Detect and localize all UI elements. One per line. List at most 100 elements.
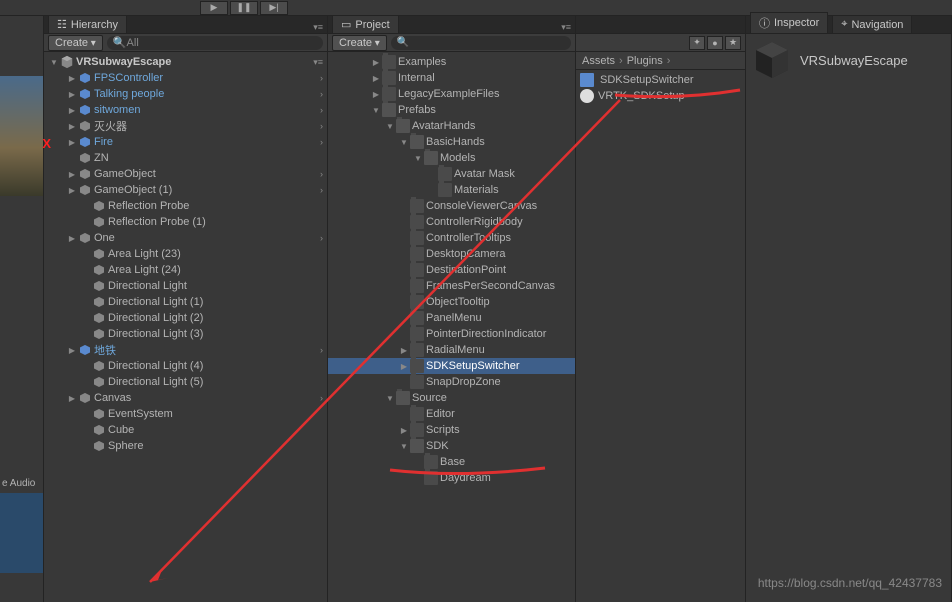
project-item[interactable]: ▼BasicHands bbox=[328, 134, 575, 150]
scene-menu-icon[interactable]: ▾≡ bbox=[313, 57, 323, 68]
hierarchy-item[interactable]: ▶GameObject› bbox=[44, 166, 327, 182]
panel-menu-icon[interactable]: ▾≡ bbox=[557, 22, 575, 33]
asset-item[interactable]: VRTK_SDKSetup bbox=[576, 88, 745, 104]
hierarchy-item[interactable]: ▶Talking people› bbox=[44, 86, 327, 102]
hierarchy-item[interactable]: Sphere bbox=[44, 438, 327, 454]
project-item[interactable]: Daydream bbox=[328, 470, 575, 486]
hierarchy-item[interactable]: Directional Light bbox=[44, 278, 327, 294]
expand-icon[interactable]: ▶ bbox=[370, 58, 382, 67]
scene-preview[interactable]: X bbox=[0, 76, 43, 196]
scene-root[interactable]: ▼ VRSubwayEscape ▾≡ bbox=[44, 54, 327, 70]
expand-icon[interactable]: ▼ bbox=[370, 106, 382, 115]
expand-icon[interactable]: ▶ bbox=[66, 346, 78, 355]
panel-menu-icon[interactable]: ▾≡ bbox=[309, 22, 327, 33]
expand-icon[interactable]: ▶ bbox=[398, 362, 410, 371]
project-item[interactable]: FramesPerSecondCanvas bbox=[328, 278, 575, 294]
step-button[interactable]: ▶| bbox=[260, 1, 288, 15]
expand-icon[interactable]: ▶ bbox=[398, 346, 410, 355]
chevron-icon[interactable]: › bbox=[320, 233, 323, 243]
expand-icon[interactable]: ▶ bbox=[66, 122, 78, 131]
expand-icon[interactable]: ▶ bbox=[66, 394, 78, 403]
project-item[interactable]: ▶Examples bbox=[328, 54, 575, 70]
project-item[interactable]: PointerDirectionIndicator bbox=[328, 326, 575, 342]
play-button[interactable]: ▶ bbox=[200, 1, 228, 15]
hierarchy-tree[interactable]: ▼ VRSubwayEscape ▾≡ ▶FPSController›▶Talk… bbox=[44, 52, 327, 602]
project-item[interactable]: ControllerRigidbody bbox=[328, 214, 575, 230]
audio-tab[interactable]: e Audio bbox=[0, 476, 43, 491]
project-item[interactable]: ConsoleViewerCanvas bbox=[328, 198, 575, 214]
expand-icon[interactable]: ▶ bbox=[66, 74, 78, 83]
hierarchy-item[interactable]: ▶GameObject (1)› bbox=[44, 182, 327, 198]
project-item[interactable]: SnapDropZone bbox=[328, 374, 575, 390]
project-tab[interactable]: ▭ Project bbox=[332, 15, 399, 33]
hierarchy-item[interactable]: ▶FPSController› bbox=[44, 70, 327, 86]
chevron-icon[interactable]: › bbox=[320, 89, 323, 99]
project-item[interactable]: ▶RadialMenu bbox=[328, 342, 575, 358]
hierarchy-item[interactable]: Cube bbox=[44, 422, 327, 438]
project-item[interactable]: Base bbox=[328, 454, 575, 470]
expand-icon[interactable]: ▶ bbox=[66, 234, 78, 243]
project-search[interactable]: 🔍 bbox=[391, 36, 571, 50]
chevron-icon[interactable]: › bbox=[320, 345, 323, 355]
project-item[interactable]: ▶Scripts bbox=[328, 422, 575, 438]
project-item[interactable]: ▶LegacyExampleFiles bbox=[328, 86, 575, 102]
hierarchy-item[interactable]: Reflection Probe (1) bbox=[44, 214, 327, 230]
hierarchy-search[interactable]: 🔍All bbox=[107, 36, 323, 50]
expand-icon[interactable]: ▼ bbox=[398, 442, 410, 451]
hierarchy-item[interactable]: ▶灭火器› bbox=[44, 118, 327, 134]
expand-icon[interactable]: ▶ bbox=[66, 106, 78, 115]
hierarchy-tab[interactable]: ☷ Hierarchy bbox=[48, 15, 127, 33]
assets-list[interactable]: SDKSetupSwitcher VRTK_SDKSetup bbox=[576, 70, 745, 602]
expand-icon[interactable]: ▼ bbox=[398, 138, 410, 147]
inspector-tab[interactable]: ⓘ Inspector bbox=[750, 12, 828, 33]
hierarchy-item[interactable]: Directional Light (5) bbox=[44, 374, 327, 390]
chevron-icon[interactable]: › bbox=[320, 137, 323, 147]
project-item[interactable]: ControllerTooltips bbox=[328, 230, 575, 246]
filter-button[interactable]: ● bbox=[707, 36, 723, 50]
favorite-button[interactable]: ★ bbox=[725, 36, 741, 50]
project-item[interactable]: ▶Internal bbox=[328, 70, 575, 86]
project-item[interactable]: ▼AvatarHands bbox=[328, 118, 575, 134]
expand-icon[interactable]: ▼ bbox=[384, 122, 396, 131]
hierarchy-item[interactable]: Directional Light (3) bbox=[44, 326, 327, 342]
chevron-icon[interactable]: › bbox=[320, 121, 323, 131]
create-button[interactable]: Create ▾ bbox=[48, 35, 103, 51]
hierarchy-item[interactable]: ▶sitwomen› bbox=[44, 102, 327, 118]
hierarchy-item[interactable]: ZN bbox=[44, 150, 327, 166]
audio-preview[interactable] bbox=[0, 493, 43, 573]
chevron-icon[interactable]: › bbox=[320, 105, 323, 115]
hierarchy-item[interactable]: Directional Light (2) bbox=[44, 310, 327, 326]
project-item[interactable]: ▼SDK bbox=[328, 438, 575, 454]
expand-icon[interactable]: ▶ bbox=[66, 170, 78, 179]
project-item[interactable]: ▶SDKSetupSwitcher bbox=[328, 358, 575, 374]
expand-icon[interactable]: ▶ bbox=[370, 90, 382, 99]
create-button[interactable]: Create ▾ bbox=[332, 35, 387, 51]
project-item[interactable]: PanelMenu bbox=[328, 310, 575, 326]
chevron-icon[interactable]: › bbox=[320, 393, 323, 403]
hierarchy-item[interactable]: ▶Canvas› bbox=[44, 390, 327, 406]
project-item[interactable]: ObjectTooltip bbox=[328, 294, 575, 310]
chevron-icon[interactable]: › bbox=[320, 73, 323, 83]
expand-icon[interactable]: ▶ bbox=[398, 426, 410, 435]
asset-item[interactable]: SDKSetupSwitcher bbox=[576, 72, 745, 88]
hierarchy-item[interactable]: Directional Light (1) bbox=[44, 294, 327, 310]
crumb[interactable]: Assets bbox=[580, 55, 617, 67]
crumb[interactable]: Plugins bbox=[625, 55, 665, 67]
hierarchy-item[interactable]: Area Light (24) bbox=[44, 262, 327, 278]
project-tree[interactable]: ▶Examples▶Internal▶LegacyExampleFiles▼Pr… bbox=[328, 52, 575, 602]
project-item[interactable]: ▼Prefabs bbox=[328, 102, 575, 118]
project-item[interactable]: DestinationPoint bbox=[328, 262, 575, 278]
expand-icon[interactable]: ▼ bbox=[48, 58, 60, 67]
expand-icon[interactable]: ▶ bbox=[370, 74, 382, 83]
project-item[interactable]: ▼Source bbox=[328, 390, 575, 406]
navigation-tab[interactable]: ⌖ Navigation bbox=[832, 15, 912, 33]
pause-button[interactable]: ❚❚ bbox=[230, 1, 258, 15]
hierarchy-item[interactable]: ▶One› bbox=[44, 230, 327, 246]
hierarchy-item[interactable]: Directional Light (4) bbox=[44, 358, 327, 374]
expand-icon[interactable]: ▶ bbox=[66, 186, 78, 195]
project-item[interactable]: Editor bbox=[328, 406, 575, 422]
project-item[interactable]: ▼Models bbox=[328, 150, 575, 166]
chevron-icon[interactable]: › bbox=[320, 169, 323, 179]
expand-icon[interactable]: ▶ bbox=[66, 138, 78, 147]
hierarchy-item[interactable]: EventSystem bbox=[44, 406, 327, 422]
